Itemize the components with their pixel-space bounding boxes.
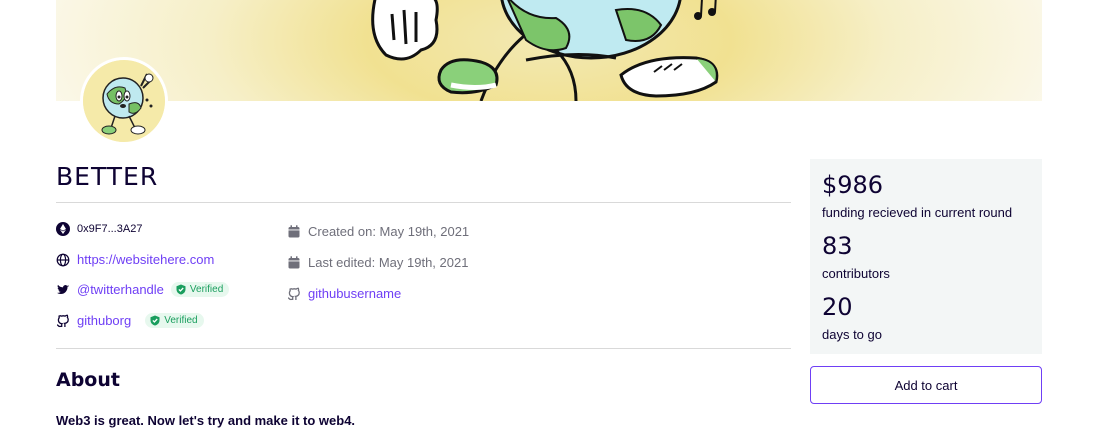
github-verified-badge: Verified (145, 313, 204, 328)
meta-divider (56, 348, 791, 349)
project-description: Web3 is great. Now let's try and make it… (56, 413, 356, 428)
funding-label: funding recieved in current round (822, 205, 1013, 220)
contributors-count: 83 (822, 232, 853, 260)
funding-stats-card: $986 funding recieved in current round 8… (810, 159, 1042, 354)
twitter-verified-badge: Verified (170, 282, 230, 297)
title-divider (56, 202, 791, 203)
globe-mascot-icon (83, 60, 165, 142)
globe-icon (56, 253, 70, 267)
created-row: Created on: May 19th, 2021 (287, 224, 469, 239)
edited-date: Last edited: May 19th, 2021 (308, 255, 469, 270)
funding-amount: $986 (822, 171, 884, 199)
twitter-icon (56, 283, 70, 297)
contributors-label: contributors (822, 266, 890, 281)
website-row: https://websitehere.com (56, 252, 214, 267)
project-avatar (80, 57, 168, 145)
twitter-row: @twitterhandle Verified (56, 282, 230, 297)
ethereum-icon (56, 222, 70, 236)
github-org-link[interactable]: githuborg (77, 313, 131, 328)
wallet-address-row: 0x9F7...3A27 (56, 222, 142, 236)
shield-check-icon (150, 315, 160, 326)
calendar-icon (287, 256, 301, 270)
github-icon (287, 287, 301, 301)
banner-illustration (371, 0, 719, 101)
created-date: Created on: May 19th, 2021 (308, 224, 470, 239)
project-banner (56, 0, 1042, 101)
twitter-link[interactable]: @twitterhandle (77, 282, 164, 297)
project-title: BETTER (56, 162, 159, 191)
github-org-row: githuborg Verified (56, 313, 204, 328)
days-count: 20 (822, 293, 853, 321)
days-label: days to go (822, 327, 882, 342)
github-user-link[interactable]: githubusername (308, 286, 401, 301)
shield-check-icon (176, 284, 186, 295)
github-icon (56, 314, 70, 328)
twitter-verified-label: Verified (189, 284, 224, 295)
website-link[interactable]: https://websitehere.com (77, 252, 214, 267)
edited-row: Last edited: May 19th, 2021 (287, 255, 468, 270)
add-to-cart-button[interactable]: Add to cart (810, 366, 1042, 404)
github-verified-label: Verified (164, 315, 198, 326)
github-user-row: githubusername (287, 286, 401, 301)
calendar-icon (287, 225, 301, 239)
wallet-address: 0x9F7...3A27 (77, 223, 143, 235)
about-heading: About (56, 369, 120, 391)
